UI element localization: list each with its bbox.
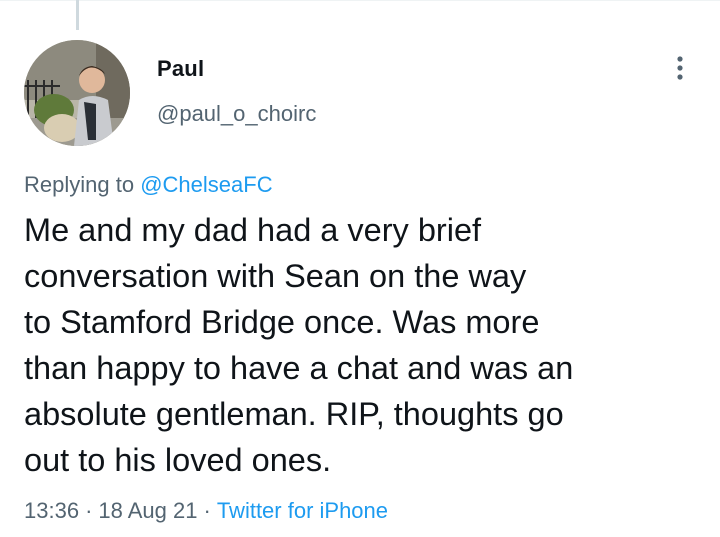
author-handle[interactable]: @paul_o_choirc (157, 101, 316, 127)
tweet-source-link[interactable]: Twitter for iPhone (217, 498, 388, 523)
tweet-text-line: out to his loved ones. (24, 442, 332, 478)
separator-dot: · (203, 498, 211, 523)
top-divider (0, 0, 720, 1)
author-display-name[interactable]: Paul (157, 56, 204, 82)
profile-photo (24, 40, 130, 146)
tweet-time[interactable]: 13:36 (24, 498, 79, 523)
tweet-text-line: to Stamford Bridge once. Was more (24, 304, 540, 340)
separator-dot: · (85, 498, 93, 523)
tweet-text-line: conversation with Sean on the way (24, 258, 527, 294)
replying-to-mention-link[interactable]: @ChelseaFC (140, 172, 272, 197)
replying-prefix: Replying to (24, 172, 135, 197)
tweet-text: Me and my dad had a very brief conversat… (24, 207, 704, 483)
tweet-text-line: absolute gentleman. RIP, thoughts go (24, 396, 564, 432)
tweet-text-line: than happy to have a chat and was an (24, 350, 574, 386)
thread-connector-line (76, 0, 79, 30)
replying-to: Replying to @ChelseaFC (24, 172, 273, 198)
more-vertical-icon[interactable] (669, 54, 691, 84)
tweet-text-line: Me and my dad had a very brief (24, 212, 482, 248)
avatar[interactable] (24, 40, 130, 146)
tweet-date[interactable]: 18 Aug 21 (98, 498, 197, 523)
tweet-metadata: 13:36 · 18 Aug 21 · Twitter for iPhone (24, 498, 388, 524)
